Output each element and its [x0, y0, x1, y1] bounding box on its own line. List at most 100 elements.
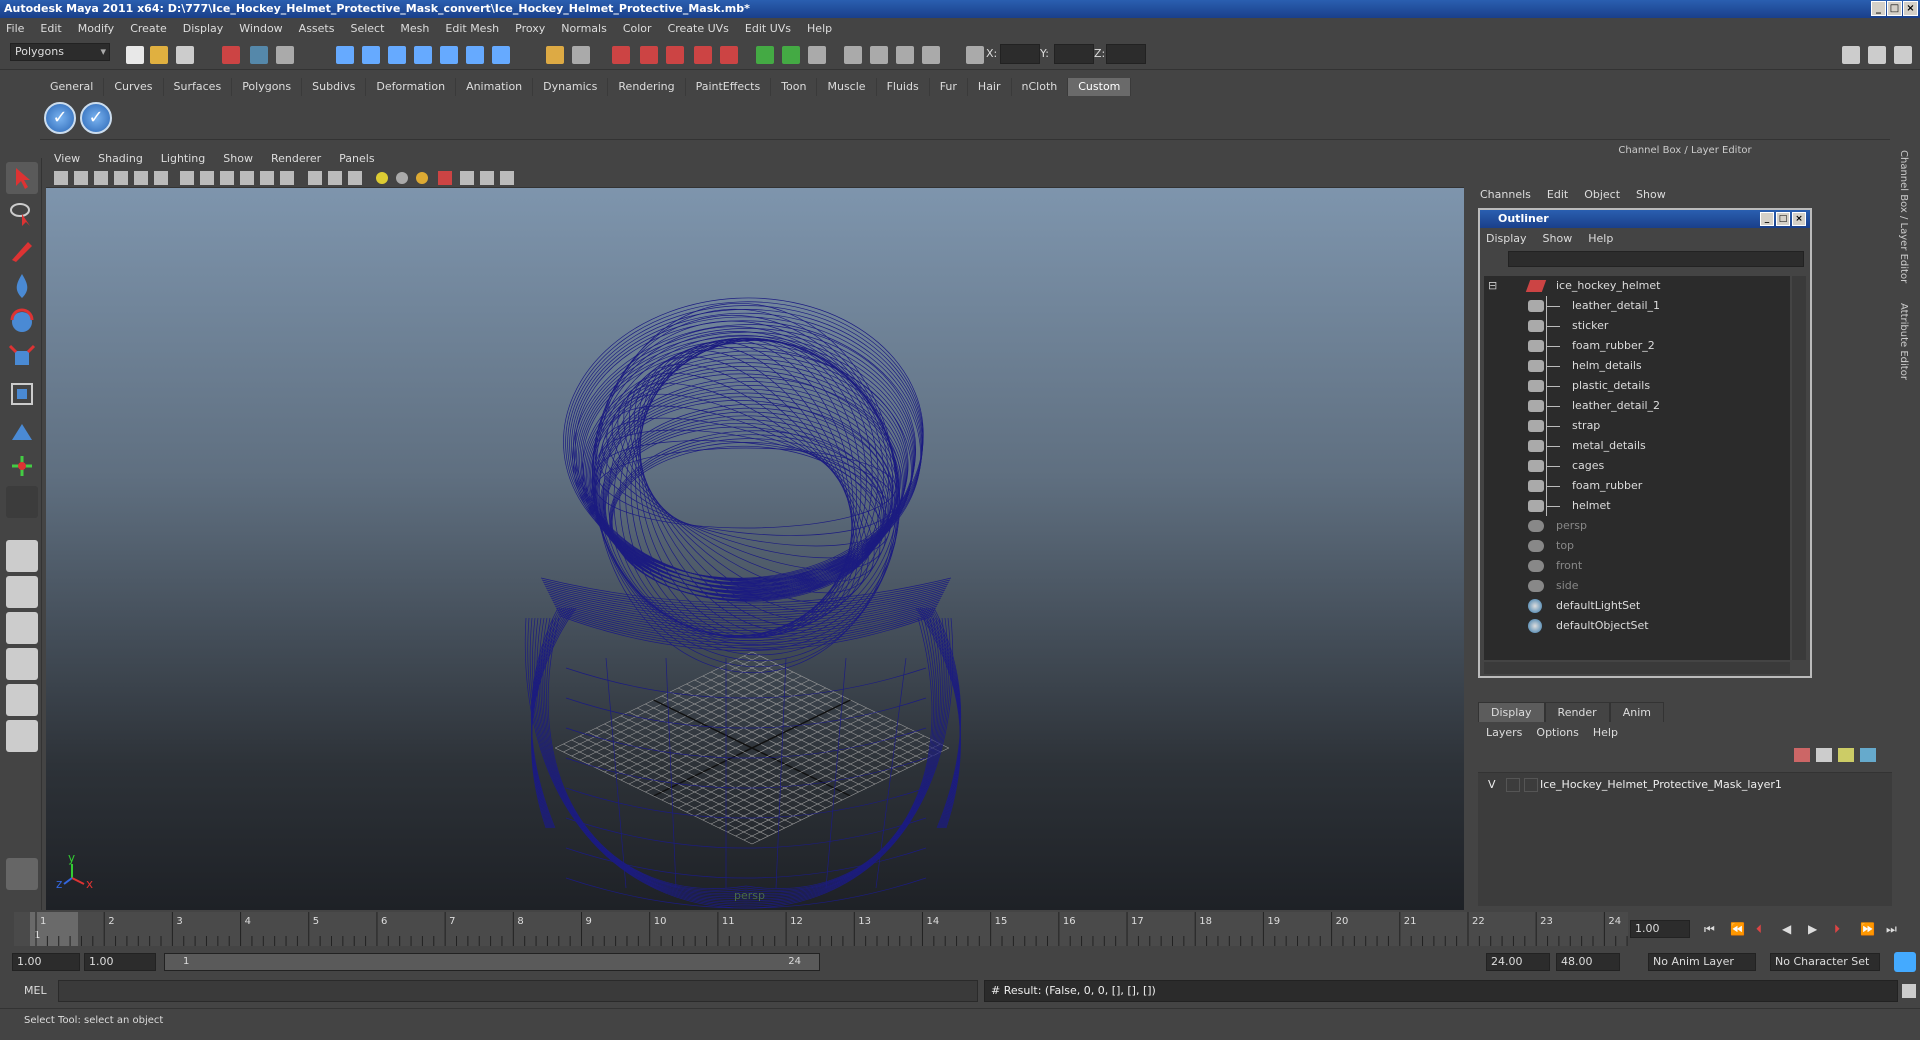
outliner-horizontal-scrollbar[interactable]: [1484, 662, 1790, 674]
persp-graph-layout-icon[interactable]: [6, 648, 38, 680]
shelf-tab-subdivs[interactable]: Subdivs: [302, 78, 367, 96]
layer-menu-help[interactable]: Help: [1593, 726, 1618, 739]
layer-color-swatch[interactable]: [1524, 778, 1538, 792]
menu-help[interactable]: Help: [807, 22, 832, 35]
menu-mesh[interactable]: Mesh: [400, 22, 429, 35]
outliner-persp-graph-layout-icon[interactable]: [6, 684, 38, 716]
points-icon[interactable]: [260, 171, 274, 185]
y-field[interactable]: [1054, 44, 1094, 64]
x-field[interactable]: [1000, 44, 1040, 64]
smooth-shade-icon[interactable]: [200, 171, 214, 185]
maximize-button[interactable]: □: [1887, 1, 1902, 16]
side-tab-attribute-editor[interactable]: Attribute Editor: [1898, 303, 1909, 380]
step-forward-key-icon[interactable]: ⏵: [1834, 922, 1840, 937]
viewport-menu-renderer[interactable]: Renderer: [271, 152, 321, 165]
snap-point-icon[interactable]: [388, 46, 406, 64]
select-by-name-icon[interactable]: [844, 46, 862, 64]
flat-shade-icon[interactable]: [220, 171, 234, 185]
all-lights-icon[interactable]: [396, 172, 408, 184]
playback-end-field[interactable]: 24.00: [1486, 953, 1550, 971]
step-back-key-icon[interactable]: ⏴: [1756, 922, 1762, 937]
shelf-tab-general[interactable]: General: [40, 78, 105, 96]
outliner-item-foam-rubber-2[interactable]: foam_rubber_2: [1484, 336, 1784, 356]
xray-icon[interactable]: [308, 171, 322, 185]
clipboard-icon[interactable]: [808, 46, 826, 64]
outliner-filter-field[interactable]: [1508, 251, 1804, 267]
step-back-icon[interactable]: ⏪: [1730, 922, 1745, 936]
layer-visibility-toggle[interactable]: V: [1488, 775, 1496, 795]
shelf-tab-animation[interactable]: Animation: [456, 78, 534, 96]
side-tab-channel-box[interactable]: Channel Box / Layer Editor: [1898, 150, 1909, 283]
show-manipulator-icon[interactable]: [6, 450, 38, 482]
rotate-tool-icon[interactable]: [6, 306, 38, 338]
range-slider[interactable]: 1 24: [164, 953, 820, 971]
viewport-menu-panels[interactable]: Panels: [339, 152, 374, 165]
scale-tool-icon[interactable]: [6, 342, 38, 374]
mode-select[interactable]: Polygons: [10, 43, 110, 61]
numeric-input-icon[interactable]: [966, 46, 984, 64]
layer-tab-anim[interactable]: Anim: [1609, 702, 1664, 722]
use-lights-icon[interactable]: [416, 172, 428, 184]
outliner-item-leather-detail-1[interactable]: leather_detail_1: [1484, 296, 1784, 316]
menu-modify[interactable]: Modify: [78, 22, 114, 35]
collapse-icon[interactable]: ⊟: [1488, 276, 1497, 296]
shelf-tab-hair[interactable]: Hair: [968, 78, 1012, 96]
layer-menu-layers[interactable]: Layers: [1486, 726, 1522, 739]
move-layer-up-icon[interactable]: [1794, 748, 1810, 762]
viewport-menu-shading[interactable]: Shading: [98, 152, 143, 165]
shelf-tab-deformation[interactable]: Deformation: [366, 78, 457, 96]
new-layer-icon[interactable]: [1838, 748, 1854, 762]
select-object-icon[interactable]: [250, 46, 268, 64]
move-tool-icon[interactable]: [6, 270, 38, 302]
minimize-button[interactable]: _: [1871, 1, 1886, 16]
outliner-set-defaultLightSet[interactable]: defaultLightSet: [1484, 596, 1784, 616]
menu-edit[interactable]: Edit: [40, 22, 61, 35]
play-backwards-icon[interactable]: ◀: [1782, 922, 1791, 936]
save-scene-icon[interactable]: [176, 46, 194, 64]
channel-box-toggle-icon[interactable]: [1842, 46, 1860, 64]
menu-edit-mesh[interactable]: Edit Mesh: [445, 22, 499, 35]
outliner-camera-persp[interactable]: persp: [1484, 516, 1784, 536]
history-icon[interactable]: [546, 46, 564, 64]
object-menu[interactable]: Object: [1584, 188, 1620, 201]
channels-menu[interactable]: Channels: [1480, 188, 1531, 201]
image-plane-icon[interactable]: [114, 171, 128, 185]
ipr-render-icon[interactable]: [640, 46, 658, 64]
script-editor-button[interactable]: [1902, 984, 1916, 998]
z-field[interactable]: [1106, 44, 1146, 64]
outliner-item-foam-rubber[interactable]: foam_rubber: [1484, 476, 1784, 496]
isolate-select-icon[interactable]: [348, 171, 362, 185]
outliner-item-metal-details[interactable]: metal_details: [1484, 436, 1784, 456]
go-to-start-icon[interactable]: ⏮: [1704, 922, 1715, 937]
input-ops-icon[interactable]: [756, 46, 774, 64]
close-button[interactable]: ×: [1903, 1, 1918, 16]
script-editor-icon[interactable]: [6, 858, 38, 890]
wireframe-icon[interactable]: [180, 171, 194, 185]
bounding-box-icon[interactable]: [240, 171, 254, 185]
absolute-transform-icon[interactable]: [896, 46, 914, 64]
shelf-check-button-2[interactable]: ✓: [80, 102, 112, 134]
new-scene-icon[interactable]: [126, 46, 144, 64]
shelf-tab-muscle[interactable]: Muscle: [817, 78, 877, 96]
outliner-item-root[interactable]: ⊟ ice_hockey_helmet: [1484, 276, 1784, 296]
default-lighting-icon[interactable]: [376, 172, 388, 184]
rename-icon[interactable]: [922, 46, 940, 64]
wireframe-on-shaded-icon[interactable]: [328, 171, 342, 185]
viewport-menu-view[interactable]: View: [54, 152, 80, 165]
shelf-tab-toon[interactable]: Toon: [771, 78, 818, 96]
outliner-item-leather-detail-2[interactable]: leather_detail_2: [1484, 396, 1784, 416]
resolution-gate-icon[interactable]: [480, 171, 494, 185]
single-perspective-layout-icon[interactable]: [6, 540, 38, 572]
lasso-tool-icon[interactable]: [6, 198, 38, 230]
tool-settings-toggle-icon[interactable]: [1868, 46, 1886, 64]
play-forwards-icon[interactable]: ▶: [1808, 922, 1817, 936]
menu-create[interactable]: Create: [130, 22, 167, 35]
select-component-icon[interactable]: [276, 46, 294, 64]
menu-color[interactable]: Color: [623, 22, 652, 35]
outliner-menu-help[interactable]: Help: [1588, 232, 1613, 245]
outliner-minimize-button[interactable]: _: [1760, 212, 1774, 226]
outliner-item-cages[interactable]: cages: [1484, 456, 1784, 476]
edit-menu[interactable]: Edit: [1547, 188, 1568, 201]
shelf-tab-curves[interactable]: Curves: [104, 78, 164, 96]
shelf-tab-fluids[interactable]: Fluids: [877, 78, 930, 96]
